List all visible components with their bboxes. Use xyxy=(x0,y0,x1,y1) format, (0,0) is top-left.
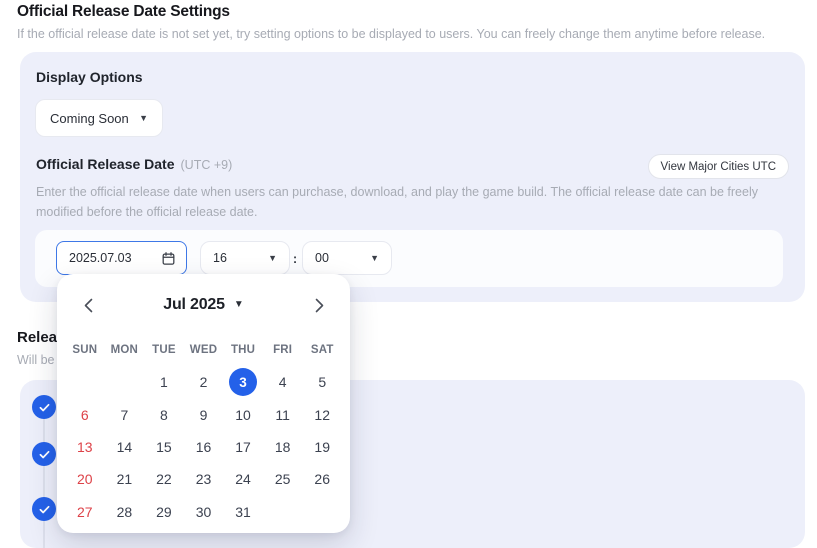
chevron-down-icon: ▼ xyxy=(370,252,379,263)
timezone-label: (UTC +9) xyxy=(180,158,233,172)
weekday-label: TUE xyxy=(152,344,176,356)
check-circle xyxy=(32,395,56,419)
calendar-day[interactable]: 3 xyxy=(223,366,263,398)
calendar-day[interactable]: 17 xyxy=(223,431,263,463)
release-settings-panel: Display Options Coming Soon ▼ Official R… xyxy=(20,52,805,302)
release-date-label: Official Release Date xyxy=(36,156,175,172)
calendar-popup: Jul 2025 ▼ SUN MON TUE WED THU FRI SAT 1234567… xyxy=(57,274,350,533)
calendar-day[interactable]: 26 xyxy=(302,463,342,495)
chevron-down-icon: ▼ xyxy=(268,252,277,263)
calendar-day[interactable]: 12 xyxy=(302,398,342,430)
calendar-day[interactable]: 9 xyxy=(184,398,224,430)
calendar-day[interactable]: 30 xyxy=(184,496,224,528)
chevron-down-icon: ▼ xyxy=(233,299,244,310)
timeline-connector-line xyxy=(43,407,45,548)
calendar-day[interactable]: 13 xyxy=(65,431,105,463)
calendar-day[interactable]: 5 xyxy=(302,366,342,398)
calendar-day[interactable]: 7 xyxy=(105,398,145,430)
calendar-day[interactable]: 25 xyxy=(263,463,303,495)
calendar-day[interactable]: 27 xyxy=(65,496,105,528)
display-options-select[interactable]: Coming Soon ▼ xyxy=(35,99,163,137)
calendar-day[interactable]: 4 xyxy=(263,366,303,398)
calendar-day[interactable]: 31 xyxy=(223,496,263,528)
display-options-label: Display Options xyxy=(36,69,143,85)
calendar-icon xyxy=(161,251,176,266)
hour-select[interactable]: 16 ▼ xyxy=(200,241,290,275)
calendar-day[interactable]: 18 xyxy=(263,431,303,463)
calendar-day-empty xyxy=(65,366,105,398)
display-options-value: Coming Soon xyxy=(50,110,129,126)
date-value: 2025.07.03 xyxy=(69,251,132,265)
page-title: Official Release Date Settings xyxy=(17,3,230,20)
calendar-day[interactable]: 1 xyxy=(144,366,184,398)
calendar-day-empty xyxy=(302,496,342,528)
weekday-label: SUN xyxy=(72,344,98,356)
release-date-heading-row: Official Release Date (UTC +9) xyxy=(36,156,232,172)
chevron-down-icon: ▼ xyxy=(139,112,148,123)
calendar-day[interactable]: 23 xyxy=(184,463,224,495)
calendar-day[interactable]: 2 xyxy=(184,366,224,398)
check-icon xyxy=(39,505,49,513)
calendar-day[interactable]: 14 xyxy=(105,431,145,463)
page-subtitle: If the official release date is not set … xyxy=(17,27,766,41)
chevron-right-icon xyxy=(315,298,323,312)
weekday-label: WED xyxy=(189,344,218,356)
calendar-day[interactable]: 6 xyxy=(65,398,105,430)
calendar-day-empty xyxy=(263,496,303,528)
calendar-day[interactable]: 29 xyxy=(144,496,184,528)
calendar-day[interactable]: 16 xyxy=(184,431,224,463)
check-circle xyxy=(32,442,56,466)
minute-select[interactable]: 00 ▼ xyxy=(302,241,392,275)
release-date-settings-page: Official Release Date Settings If the of… xyxy=(0,0,817,548)
calendar-day[interactable]: 11 xyxy=(263,398,303,430)
calendar-weekdays: SUN MON TUE WED THU FRI SAT xyxy=(65,338,342,362)
calendar-day[interactable]: 10 xyxy=(223,398,263,430)
calendar-day[interactable]: 19 xyxy=(302,431,342,463)
calendar-day[interactable]: 24 xyxy=(223,463,263,495)
chevron-left-icon xyxy=(84,298,92,312)
release-date-description: Enter the official release date when use… xyxy=(36,185,758,219)
time-separator: : xyxy=(292,250,298,266)
weekday-label: SAT xyxy=(310,344,334,356)
month-year-selector[interactable]: Jul 2025 ▼ xyxy=(163,296,243,314)
prev-month-button[interactable] xyxy=(75,292,101,318)
check-icon xyxy=(39,450,49,458)
weekday-label: THU xyxy=(230,344,256,356)
hour-value: 16 xyxy=(213,251,227,265)
date-input[interactable]: 2025.07.03 xyxy=(56,241,187,275)
minute-value: 00 xyxy=(315,251,329,265)
calendar-day[interactable]: 8 xyxy=(144,398,184,430)
calendar-day-empty xyxy=(105,366,145,398)
check-circle xyxy=(32,497,56,521)
calendar-header: Jul 2025 ▼ xyxy=(57,291,350,319)
calendar-grid: 1 2 3 4 5 6 7 8 9 10 11 12 13 14 15 16 17 18 19 20 21 22 23 24 2… xyxy=(65,366,342,528)
calendar-day[interactable]: 21 xyxy=(105,463,145,495)
month-year-label: Jul 2025 xyxy=(163,296,225,313)
check-icon xyxy=(39,403,49,411)
weekday-label: MON xyxy=(110,344,139,356)
next-month-button[interactable] xyxy=(306,292,332,318)
weekday-label: FRI xyxy=(273,344,293,356)
section2-subtitle: Will be r xyxy=(17,353,63,367)
calendar-day[interactable]: 22 xyxy=(144,463,184,495)
calendar-day[interactable]: 20 xyxy=(65,463,105,495)
view-major-cities-button[interactable]: View Major Cities UTC xyxy=(647,154,789,179)
calendar-day[interactable]: 28 xyxy=(105,496,145,528)
calendar-day[interactable]: 15 xyxy=(144,431,184,463)
